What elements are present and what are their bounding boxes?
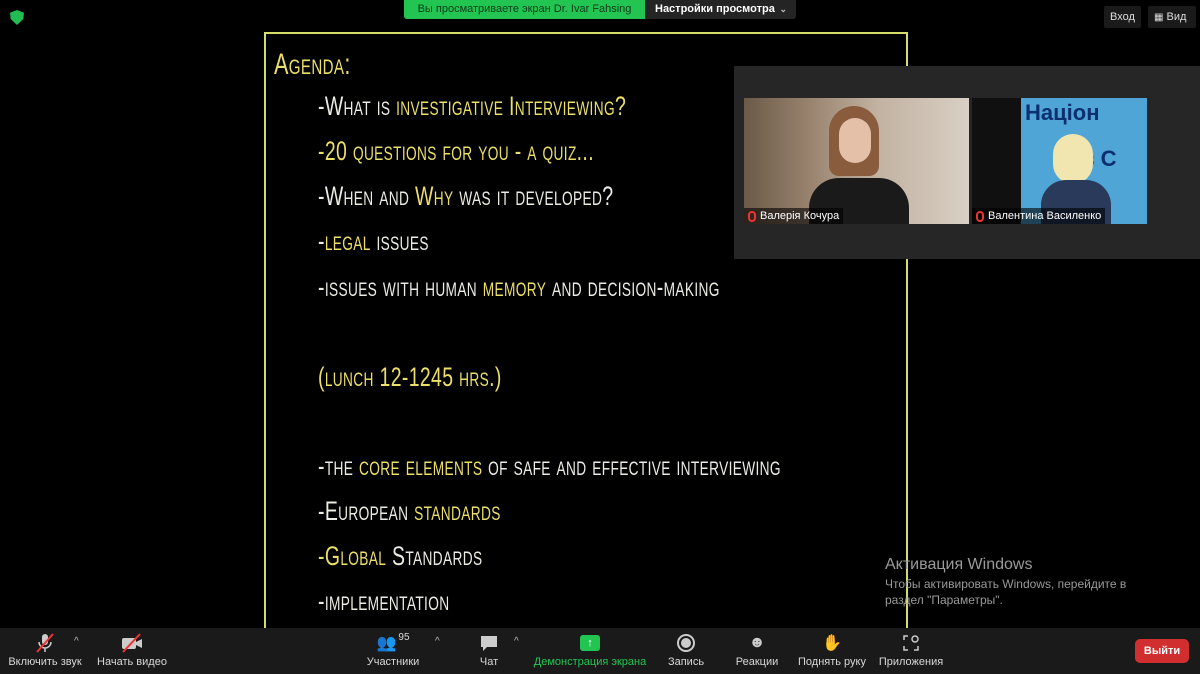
participants-button[interactable]: 👥 95 Участники	[362, 632, 424, 668]
mic-muted-icon	[6, 632, 84, 654]
chat-label: Чат	[479, 656, 499, 668]
agenda-line: -implementation	[318, 586, 449, 617]
grid-icon: ▦	[1154, 12, 1164, 23]
slide-text: was it developed?	[453, 181, 614, 211]
apps-button[interactable]: Приложения	[876, 632, 946, 668]
slide-text: Standards	[386, 541, 483, 571]
reactions-button[interactable]: ☻ Реакции	[732, 632, 782, 668]
highlighted-text: -Global	[318, 541, 387, 571]
agenda-line: -European standards	[318, 496, 501, 527]
start-video-button[interactable]: Начать видео	[96, 632, 168, 668]
participants-label: Участники	[366, 656, 420, 668]
slide-text: -When and	[318, 181, 415, 211]
screen-share-banner: Вы просматриваете экран Dr. Ivar Fahsing	[404, 0, 645, 19]
video-panel: Валерія Кочура Націон в С Валентина Васи…	[734, 66, 1200, 259]
slide-text: and decision-making	[546, 272, 720, 302]
chat-button[interactable]: Чат	[472, 632, 506, 668]
video-tile[interactable]: Націон в С Валентина Василенко	[972, 98, 1147, 224]
agenda-line: -the core elements of safe and effective…	[318, 451, 781, 482]
slide-text: -implementation	[318, 586, 450, 616]
slide-text: -the	[318, 451, 360, 481]
record-button[interactable]: Запись	[664, 632, 708, 668]
share-screen-button[interactable]: ↑ Демонстрация экрана	[532, 632, 648, 668]
participant-name-tag: Валентина Василенко	[972, 208, 1106, 224]
agenda-line: -legal issues	[318, 226, 429, 257]
highlighted-text: Agenda:	[274, 48, 351, 81]
slide-text: -What is	[318, 91, 397, 121]
highlighted-text: standards	[414, 496, 501, 526]
audio-options-caret-icon[interactable]: ^	[74, 636, 79, 647]
participant-name: Валерія Кочура	[760, 210, 840, 222]
raise-hand-icon: ✋	[822, 635, 842, 652]
mic-muted-icon	[748, 210, 756, 222]
slide-text: -	[318, 226, 325, 256]
watermark-line2: раздел "Параметры".	[885, 593, 1003, 607]
participants-caret-icon[interactable]: ^	[435, 636, 440, 647]
highlighted-text: (lunch 12-1245 hrs.)	[318, 362, 502, 392]
view-settings-button[interactable]: Настройки просмотра ⌄	[645, 0, 796, 19]
record-label: Запись	[667, 656, 705, 668]
start-video-label: Начать видео	[97, 656, 167, 668]
highlighted-text: investigative Interviewing?	[396, 91, 627, 121]
agenda-line: -What is investigative Interviewing?	[318, 91, 626, 122]
raise-hand-label: Поднять руку	[798, 656, 866, 668]
agenda-line: (lunch 12-1245 hrs.)	[318, 362, 502, 393]
record-icon	[664, 632, 708, 654]
chat-icon	[472, 632, 506, 654]
agenda-line: -Global Standards	[318, 541, 482, 572]
agenda-line: -20 questions for you - a quiz...	[318, 136, 594, 167]
leave-button[interactable]: Выйти	[1135, 639, 1189, 663]
watermark-title: Активация Windows	[885, 556, 1033, 573]
slide-text: -European	[318, 496, 415, 526]
security-shield-icon[interactable]	[10, 10, 24, 25]
share-screen-icon: ↑	[532, 632, 648, 654]
participant-face	[839, 118, 871, 163]
login-button[interactable]: Вход	[1104, 6, 1141, 28]
highlighted-text: core elements	[359, 451, 483, 481]
reactions-label: Реакции	[735, 656, 779, 668]
agenda-line: Agenda:	[274, 48, 351, 82]
agenda-line: -When and Why was it developed?	[318, 181, 613, 212]
slide-text: -issues with human	[318, 272, 483, 302]
meeting-toolbar: Включить звук ^ Начать видео 👥 95 Участник…	[0, 628, 1200, 674]
chat-caret-icon[interactable]: ^	[514, 636, 519, 647]
watermark-line1: Чтобы активировать Windows, перейдите в	[885, 577, 1127, 591]
mic-muted-icon	[976, 210, 984, 222]
participant-name-tag: Валерія Кочура	[744, 208, 844, 224]
participants-icon: 👥	[376, 635, 397, 652]
highlighted-text: legal	[324, 226, 371, 256]
agenda-line: -issues with human memory and decision-m…	[318, 272, 720, 303]
participant-head	[1053, 134, 1093, 184]
view-label: Вид	[1166, 11, 1187, 23]
slide-text: of safe and effective interviewing	[482, 451, 781, 481]
unmute-label: Включить звук	[8, 656, 82, 668]
apps-icon	[876, 632, 946, 654]
participant-video: Націон в С	[1021, 98, 1147, 224]
apps-label: Приложения	[878, 656, 944, 668]
highlighted-text: Why	[414, 181, 454, 211]
chevron-down-icon: ⌄	[779, 4, 787, 14]
highlighted-text: memory	[482, 272, 547, 302]
background-sign: Націон	[1025, 100, 1100, 125]
reactions-icon: ☻	[748, 634, 766, 651]
share-screen-label: Демонстрация экрана	[533, 656, 647, 668]
view-button[interactable]: ▦ Вид	[1148, 6, 1196, 28]
participants-count: 95	[398, 632, 410, 643]
video-tile[interactable]: Валерія Кочура	[744, 98, 969, 224]
slide-text: issues	[370, 226, 429, 256]
view-settings-label: Настройки просмотра	[655, 3, 775, 15]
windows-activation-watermark: Активация Windows Чтобы активировать Win…	[885, 556, 1126, 607]
highlighted-text: -20 questions for you - a quiz...	[318, 136, 594, 166]
raise-hand-button[interactable]: ✋ Поднять руку	[796, 632, 868, 668]
video-off-icon	[96, 632, 168, 654]
unmute-button[interactable]: Включить звук	[6, 632, 84, 668]
participant-name: Валентина Василенко	[988, 210, 1102, 222]
